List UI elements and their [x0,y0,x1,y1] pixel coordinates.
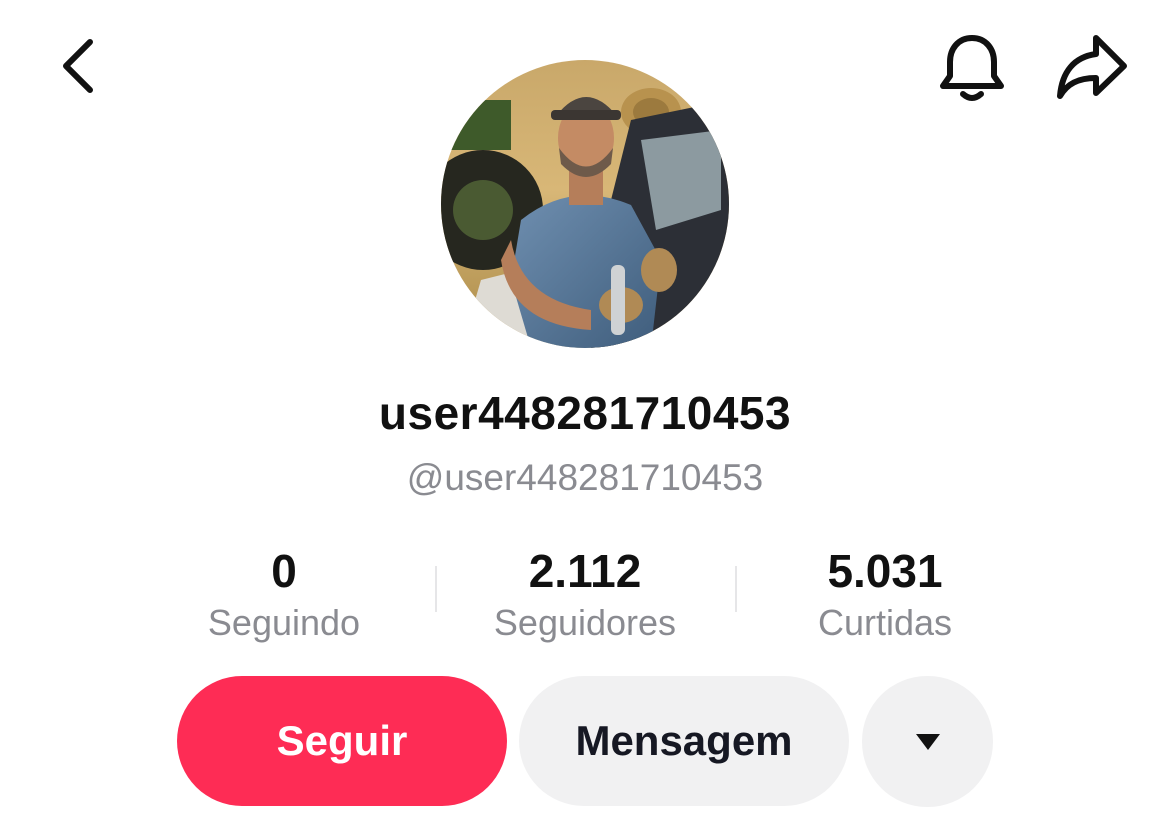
stat-label: Curtidas [817,602,953,643]
stat-followers[interactable]: 2.112 Seguidores [435,540,735,644]
stat-following[interactable]: 0 Seguindo [134,540,434,644]
caret-down-icon [915,733,940,750]
share-arrow-icon [1057,35,1127,99]
avatar[interactable] [441,60,729,348]
display-name: user448281710453 [378,387,792,439]
follow-button[interactable]: Seguir [177,676,507,806]
bell-icon [940,35,1004,101]
avatar-photo [441,60,729,348]
stat-value: 2.112 [528,545,642,597]
notifications-button[interactable] [934,30,1010,106]
back-button[interactable] [48,34,108,98]
stat-value: 5.031 [827,545,943,597]
username-handle: @user448281710453 [406,457,764,498]
share-button[interactable] [1052,30,1132,106]
chevron-left-icon [63,39,93,93]
stat-label: Seguindo [207,602,361,643]
more-options-button[interactable] [862,676,993,807]
stat-value: 0 [271,545,297,597]
profile-page: user448281710453 @user448281710453 0 Seg… [0,0,1157,826]
stat-likes[interactable]: 5.031 Curtidas [735,540,1035,644]
stat-label: Seguidores [493,602,677,643]
message-button[interactable]: Mensagem [519,676,849,806]
